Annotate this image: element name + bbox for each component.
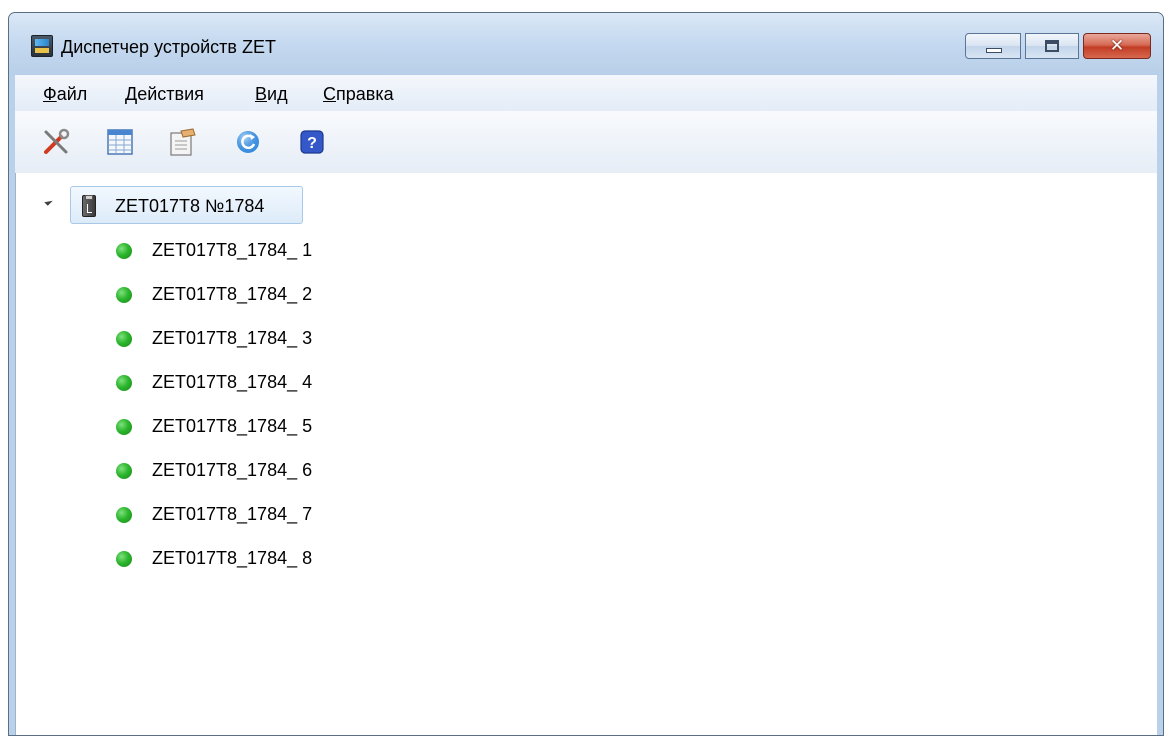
status-green-icon <box>116 419 132 435</box>
maximize-button[interactable] <box>1025 33 1079 59</box>
window-title: Диспетчер устройств ZET <box>61 37 276 57</box>
status-green-icon <box>116 331 132 347</box>
close-icon: ✕ <box>1109 36 1125 55</box>
tree-root-device[interactable]: ZET017T8 №1784 <box>70 186 303 224</box>
channel-label: ZET017T8_1784_ 2 <box>152 284 313 304</box>
channel-label: ZET017T8_1784_ 1 <box>152 240 313 260</box>
minimize-icon <box>986 48 1002 53</box>
toolbar: ? <box>15 111 1157 174</box>
close-button[interactable]: ✕ <box>1083 33 1151 59</box>
title-bar[interactable]: Диспетчер устройств ZET ✕ <box>9 13 1163 75</box>
refresh-icon[interactable] <box>233 127 263 157</box>
status-green-icon <box>116 507 132 523</box>
device-tree[interactable]: ZET017T8 №1784 ZET017T8_1784_ 1 ZET017T8… <box>15 173 1157 735</box>
status-green-icon <box>116 551 132 567</box>
root-device-label: ZET017T8 №1784 <box>115 196 265 216</box>
channel-label: ZET017T8_1784_ 8 <box>152 548 313 568</box>
status-green-icon <box>116 287 132 303</box>
table-icon[interactable] <box>105 127 135 157</box>
menu-help[interactable]: Справка <box>323 83 394 105</box>
channel-label: ZET017T8_1784_ 3 <box>152 328 313 348</box>
status-green-icon <box>116 463 132 479</box>
properties-icon[interactable] <box>167 127 197 157</box>
status-green-icon <box>116 375 132 391</box>
channel-label: ZET017T8_1784_ 5 <box>152 416 313 436</box>
channel-label: ZET017T8_1784_ 4 <box>152 372 313 392</box>
tools-icon[interactable] <box>41 127 71 157</box>
help-icon-glyph: ? <box>307 135 317 152</box>
usb-device-icon <box>82 195 96 217</box>
status-green-icon <box>116 243 132 259</box>
menu-actions[interactable]: Действия <box>125 83 204 105</box>
menu-view[interactable]: Вид <box>255 83 288 105</box>
minimize-button[interactable] <box>965 33 1021 59</box>
expand-collapse-icon[interactable] <box>44 197 53 206</box>
app-icon[interactable] <box>31 35 53 57</box>
maximize-icon <box>1045 40 1059 52</box>
menu-file[interactable]: Файл <box>43 83 87 105</box>
channel-label: ZET017T8_1784_ 7 <box>152 504 313 524</box>
channel-label: ZET017T8_1784_ 6 <box>152 460 313 480</box>
device-manager-window: Диспетчер устройств ZET ✕ Файл Действия … <box>8 12 1164 736</box>
menu-bar: Файл Действия Вид Справка <box>15 75 1157 112</box>
help-icon[interactable]: ? <box>297 127 327 157</box>
